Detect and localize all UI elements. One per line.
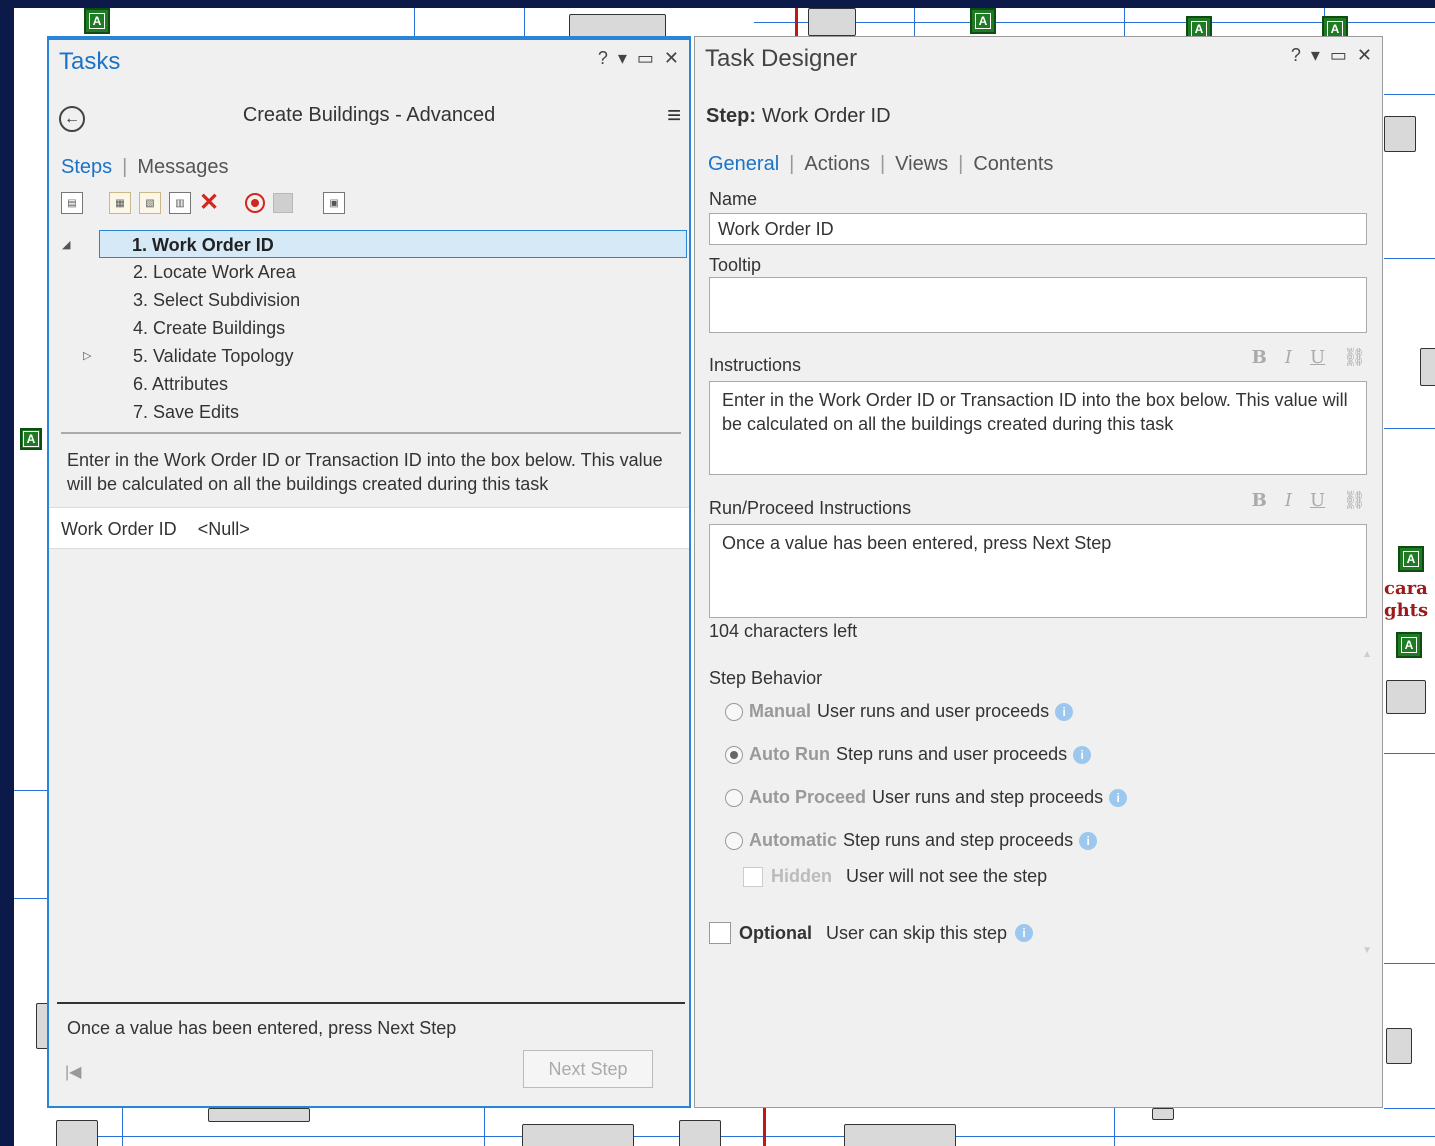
proceed-instructions: Once a value has been entered, press Nex… [67, 1018, 457, 1038]
clipboard-icon[interactable]: ▣ [323, 192, 346, 214]
steps-list: ◢ 1. Work Order ID 2. Locate Work Area 3… [61, 230, 687, 426]
list-item[interactable]: 6. Attributes [61, 370, 687, 398]
format-toolbar: B I U ⛓ [1252, 347, 1366, 368]
behavior-automatic[interactable]: Automatic Step runs and step proceeds i [725, 830, 1098, 851]
close-icon[interactable]: ✕ [664, 48, 679, 69]
italic-icon[interactable]: I [1285, 490, 1292, 511]
tab-general[interactable]: General [708, 153, 779, 176]
step-behavior-title: Step Behavior [709, 668, 823, 688]
optional-checkbox[interactable] [709, 922, 731, 944]
instructions-label: Instructions [709, 355, 802, 375]
hidden-checkbox[interactable] [743, 866, 763, 887]
dropdown-icon[interactable]: ▾ [618, 48, 627, 69]
format-toolbar: B I U ⛓ [1252, 490, 1366, 511]
record-icon[interactable] [245, 193, 266, 213]
info-icon[interactable]: i [1015, 924, 1034, 942]
steps-toolbar: ▤ ▦ ▧ ▥ ✕ ▣ [61, 191, 346, 215]
map-label: cara [1384, 578, 1428, 599]
duplicate-step-icon[interactable]: ▥ [169, 192, 191, 214]
stop-icon[interactable] [273, 193, 294, 213]
restore-icon[interactable]: ▭ [637, 48, 654, 69]
collapse-icon[interactable]: ◢ [62, 231, 70, 259]
field-name: Work Order ID [61, 519, 177, 539]
list-item[interactable]: ◢ 1. Work Order ID [62, 230, 687, 258]
map-label: ghts [1384, 600, 1429, 621]
tab-steps[interactable]: Steps [61, 156, 112, 179]
scroll-down-icon[interactable]: ▼ [1362, 945, 1372, 956]
task-name: Create Buildings - Advanced [242, 104, 496, 126]
restore-icon[interactable]: ▭ [1330, 45, 1347, 66]
radio-button[interactable] [725, 745, 743, 764]
run-instructions-field[interactable]: Once a value has been entered, press Nex… [709, 524, 1367, 618]
divider [61, 432, 681, 434]
info-icon[interactable]: i [1079, 831, 1098, 850]
list-item[interactable]: ▷ 5. Validate Topology [61, 342, 687, 370]
bold-icon[interactable]: B [1252, 490, 1267, 511]
list-item[interactable]: 7. Save Edits [61, 398, 687, 426]
step-instructions: Enter in the Work Order ID or Transactio… [67, 450, 663, 494]
first-step-icon[interactable]: |◀ [65, 1062, 81, 1082]
radio-button[interactable] [725, 702, 743, 721]
close-icon[interactable]: ✕ [1357, 45, 1372, 66]
help-icon[interactable]: ? [598, 48, 608, 69]
info-icon[interactable]: i [1073, 745, 1092, 764]
behavior-auto-run[interactable]: Auto Run Step runs and user proceeds i [725, 744, 1092, 765]
tab-views[interactable]: Views [895, 153, 948, 176]
window-controls: ? ▾ ▭ ✕ [1291, 45, 1372, 66]
behavior-auto-proceed[interactable]: Auto Proceed User runs and step proceeds… [725, 787, 1128, 808]
expand-icon[interactable]: ▷ [83, 342, 91, 370]
link-icon[interactable]: ⛓ [1343, 347, 1366, 368]
optional-option[interactable]: Optional User can skip this step i [709, 922, 1034, 944]
pane-title: Task Designer [705, 45, 858, 72]
list-item[interactable]: 3. Select Subdivision [61, 286, 687, 314]
tab-messages[interactable]: Messages [137, 156, 228, 179]
behavior-manual[interactable]: Manual User runs and user proceeds i [725, 701, 1074, 722]
name-field[interactable]: Work Order ID [709, 213, 1367, 245]
underline-icon[interactable]: U [1310, 347, 1325, 368]
tooltip-field[interactable] [709, 277, 1367, 333]
bold-icon[interactable]: B [1252, 347, 1267, 368]
radio-button[interactable] [725, 788, 743, 807]
run-instructions-label: Run/Proceed Instructions [709, 498, 912, 518]
delete-step-icon[interactable]: ✕ [199, 191, 219, 215]
subtabs: Steps | Messages [61, 156, 229, 179]
hidden-option[interactable]: Hidden User will not see the step [743, 866, 1047, 887]
tab-contents[interactable]: Contents [973, 153, 1053, 176]
link-icon[interactable]: ⛓ [1343, 490, 1366, 511]
list-item[interactable]: 2. Locate Work Area [61, 258, 687, 286]
work-order-field[interactable]: Work Order ID <Null> [49, 507, 689, 549]
dropdown-icon[interactable]: ▾ [1311, 45, 1320, 66]
radio-button[interactable] [725, 831, 743, 850]
italic-icon[interactable]: I [1285, 347, 1292, 368]
help-icon[interactable]: ? [1291, 45, 1301, 66]
task-designer-pane: Task Designer ? ▾ ▭ ✕ Step: Work Order ID… [694, 36, 1383, 1108]
scroll-up-icon[interactable]: ▲ [1362, 649, 1372, 660]
window-controls: ? ▾ ▭ ✕ [598, 48, 679, 69]
divider [57, 1002, 685, 1004]
underline-icon[interactable]: U [1310, 490, 1325, 511]
next-step-button[interactable]: Next Step [523, 1050, 653, 1088]
list-item[interactable]: 4. Create Buildings [61, 314, 687, 342]
field-value[interactable]: <Null> [198, 519, 250, 539]
instructions-field[interactable]: Enter in the Work Order ID or Transactio… [709, 381, 1367, 475]
info-icon[interactable]: i [1055, 702, 1074, 721]
tooltip-label: Tooltip [709, 255, 762, 275]
info-icon[interactable]: i [1109, 788, 1128, 807]
task-properties-icon[interactable]: ▤ [61, 192, 83, 214]
insert-step-icon[interactable]: ▧ [139, 192, 161, 214]
characters-left: 104 characters left [709, 621, 858, 641]
pane-title: Tasks [59, 48, 121, 75]
step-heading: Step: Work Order ID [706, 105, 891, 127]
designer-tabs: General | Actions | Views | Contents [708, 153, 1054, 176]
hamburger-menu-icon[interactable]: ≡ [667, 104, 681, 128]
tab-actions[interactable]: Actions [804, 153, 870, 176]
name-label: Name [709, 189, 758, 209]
new-step-icon[interactable]: ▦ [109, 192, 131, 214]
tasks-pane: Tasks ? ▾ ▭ ✕ ← Create Buildings - Advan… [47, 36, 691, 1108]
